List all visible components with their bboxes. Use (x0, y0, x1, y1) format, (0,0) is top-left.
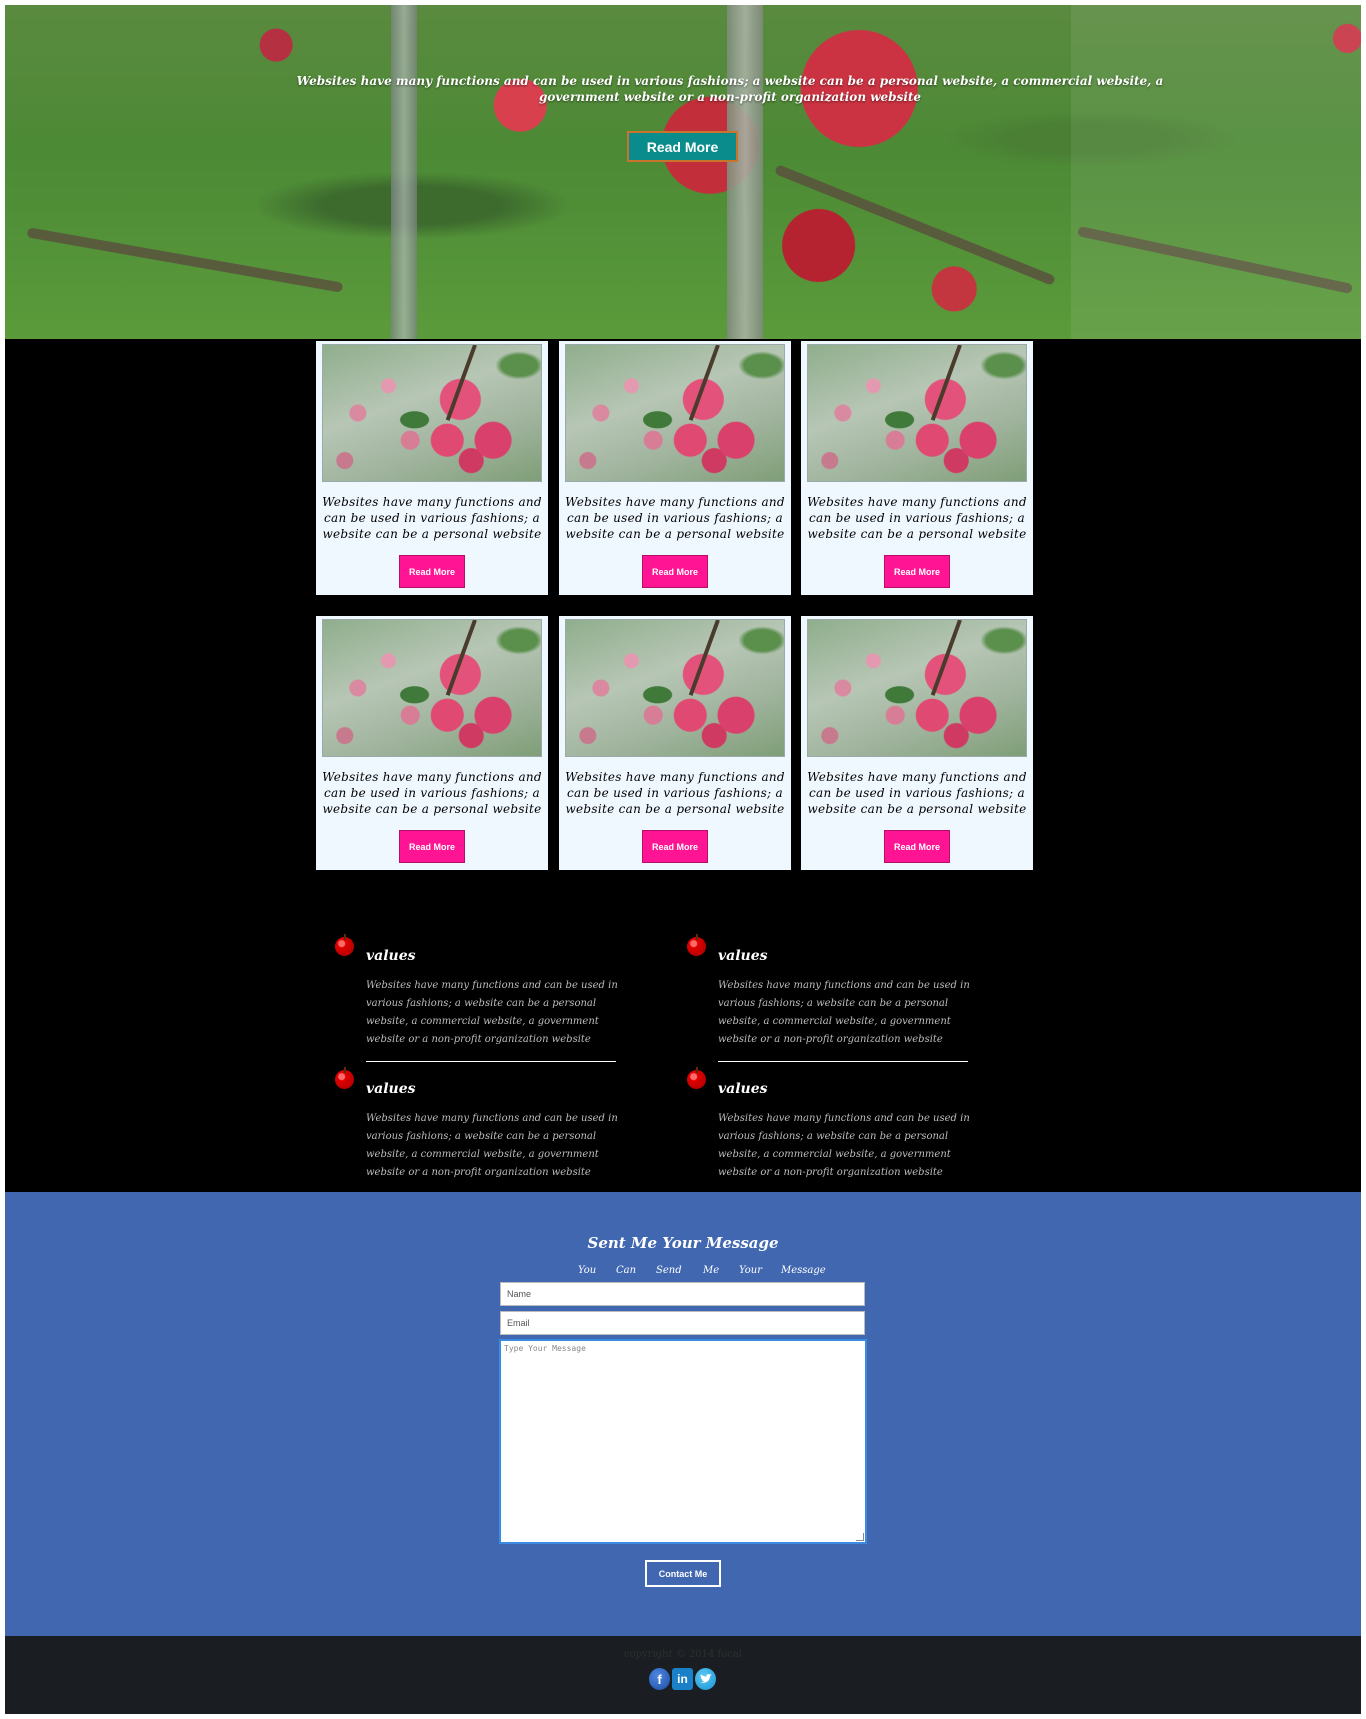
card-image (322, 344, 542, 482)
apple-bullet-icon (335, 1067, 354, 1089)
apple-bullet-icon (335, 934, 354, 956)
card-read-more-button[interactable]: Read More (884, 830, 950, 863)
contact-me-button[interactable]: Contact Me (645, 1560, 721, 1587)
value-text: Websites have many functions and can be … (718, 1113, 970, 1178)
value-text: Websites have many functions and can be … (366, 1113, 618, 1178)
contact-heading: Sent Me Your Message (587, 1234, 779, 1252)
card: Websites have many functions and can be … (801, 341, 1033, 595)
resize-handle-icon[interactable] (856, 1533, 864, 1541)
card-read-more-button[interactable]: Read More (642, 830, 708, 863)
hero-pole (391, 5, 417, 339)
message-placeholder: Type Your Message (504, 1344, 586, 1353)
card: Websites have many functions and can be … (316, 616, 548, 870)
apple-bullet-icon (687, 1067, 706, 1089)
card: Websites have many functions and can be … (316, 341, 548, 595)
card-text: Websites have many functions and can be … (322, 770, 542, 816)
copyright-text: copyright © 2014 focal (624, 1649, 742, 1660)
hero-branch (774, 164, 1056, 286)
contact-subtitle-word: Send (656, 1265, 682, 1276)
facebook-icon[interactable]: f (649, 1668, 670, 1690)
social-links: f in (649, 1668, 716, 1690)
message-textarea[interactable]: Type Your Message (499, 1339, 867, 1544)
contact-subtitle-word: You (578, 1265, 597, 1276)
value-title: values (718, 948, 768, 964)
card-read-more-button[interactable]: Read More (399, 830, 465, 863)
value-divider (366, 1061, 616, 1062)
card-image (807, 619, 1027, 757)
hero-read-more-button[interactable]: Read More (627, 131, 738, 162)
content-section: Websites have many functions and can be … (5, 339, 1361, 1192)
card-text: Websites have many functions and can be … (565, 770, 785, 816)
contact-subtitle-word: Me (703, 1265, 720, 1276)
footer: copyright © 2014 focal f in (5, 1636, 1361, 1714)
page: Websites have many functions and can be … (5, 5, 1361, 1714)
card-image (565, 344, 785, 482)
card-text: Websites have many functions and can be … (322, 495, 542, 541)
card-image (807, 344, 1027, 482)
value-title: values (718, 1081, 768, 1097)
email-field[interactable]: Email (500, 1311, 865, 1335)
card-read-more-button[interactable]: Read More (399, 555, 465, 588)
contact-subtitle-word: Can (616, 1265, 637, 1276)
value-title: values (366, 1081, 416, 1097)
card-text: Websites have many functions and can be … (565, 495, 785, 541)
hero-branch (26, 227, 344, 293)
value-text: Websites have many functions and can be … (718, 980, 970, 1045)
card: Websites have many functions and can be … (559, 616, 791, 870)
linkedin-icon[interactable]: in (672, 1668, 693, 1690)
twitter-icon[interactable] (695, 1668, 716, 1690)
card-text: Websites have many functions and can be … (807, 770, 1027, 816)
apple-bullet-icon (687, 934, 706, 956)
card: Websites have many functions and can be … (559, 341, 791, 595)
contact-section: Sent Me Your Message You Can Send Me You… (5, 1192, 1361, 1636)
card-read-more-button[interactable]: Read More (642, 555, 708, 588)
card: Websites have many functions and can be … (801, 616, 1033, 870)
card-read-more-button[interactable]: Read More (884, 555, 950, 588)
contact-subtitle-word: Message (781, 1265, 826, 1276)
hero-trunk (727, 5, 763, 339)
name-field[interactable]: Name (500, 1282, 865, 1306)
value-divider (718, 1061, 968, 1062)
contact-subtitle-word: Your (739, 1265, 762, 1276)
hero-banner: Websites have many functions and can be … (5, 5, 1361, 339)
value-text: Websites have many functions and can be … (366, 980, 618, 1045)
card-image (322, 619, 542, 757)
hero-image-seam (1071, 5, 1361, 339)
card-image (565, 619, 785, 757)
card-text: Websites have many functions and can be … (807, 495, 1027, 541)
value-title: values (366, 948, 416, 964)
hero-text: Websites have many functions and can be … (296, 74, 1164, 104)
